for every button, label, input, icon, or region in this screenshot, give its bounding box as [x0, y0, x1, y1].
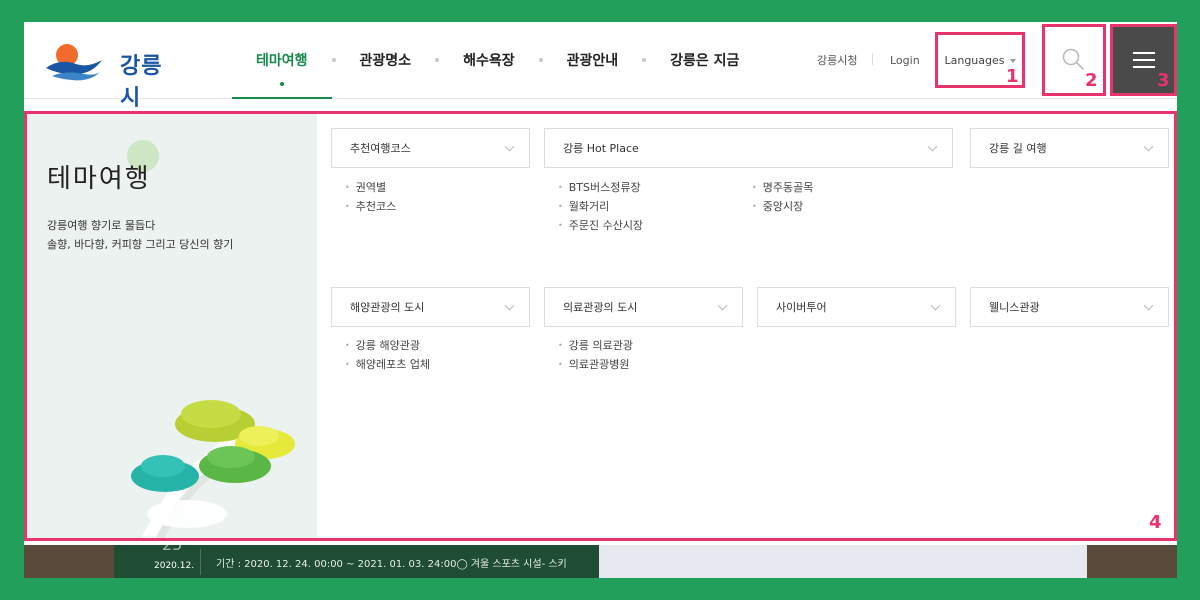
hamburger-icon — [1132, 47, 1155, 73]
nav-item-beaches[interactable]: 해수욕장 — [439, 22, 539, 98]
mega-menu-panel: 테마여행 강릉여행 향기로 물듭다 솔향, 바다향, 커피향 그리고 당신의 향… — [24, 111, 1177, 541]
banner-divider — [200, 549, 201, 575]
menu-link[interactable]: 중앙시장 — [752, 197, 813, 216]
group-label: 의료관광의 도시 — [563, 301, 638, 314]
main-nav: 테마여행 관광명소 해수욕장 관광안내 강릉은 지금 — [232, 22, 763, 99]
group-links: 권역별 추천코스 — [345, 178, 396, 216]
menu-link[interactable]: 의료관광병원 — [558, 355, 633, 374]
mega-menu-title: 테마여행 — [47, 164, 151, 194]
annotation-3: 3 — [1157, 70, 1170, 91]
caret-down-icon — [1009, 59, 1016, 63]
browser-viewport: 강릉시 테마여행 관광명소 해수욕장 관광안내 강릉은 지금 강릉시청 Logi… — [24, 22, 1177, 578]
group-label: 사이버투어 — [776, 301, 827, 314]
menu-group-marine-tourism[interactable]: 해양관광의 도시 — [331, 287, 530, 327]
mega-menu-intro: 테마여행 강릉여행 향기로 물듭다 솔향, 바다향, 커피향 그리고 당신의 향… — [27, 114, 317, 538]
nav-item-theme-travel[interactable]: 테마여행 — [232, 22, 332, 99]
banner-image-left — [24, 545, 114, 578]
login-link[interactable]: Login — [890, 22, 920, 98]
menu-link[interactable]: 강릉 해양관광 — [345, 336, 430, 355]
active-indicator — [279, 82, 284, 86]
group-label: 해양관광의 도시 — [350, 301, 425, 314]
chevron-down-icon — [504, 300, 515, 311]
menu-link[interactable]: 해양레포츠 업체 — [345, 355, 430, 374]
group-links: 명주동골목 중앙시장 — [752, 178, 814, 216]
search-icon — [1062, 48, 1084, 70]
banner-photo — [599, 545, 1087, 578]
group-label: 웰니스관광 — [989, 301, 1040, 314]
menu-group-road-trip[interactable]: 강릉 길 여행 — [970, 128, 1169, 168]
banner-image-right — [1087, 545, 1177, 578]
nav-item-tour-info[interactable]: 관광안내 — [543, 22, 643, 98]
chevron-down-icon — [930, 300, 941, 311]
annotation-4: 4 — [1149, 512, 1162, 533]
banner-text: 기간 : 2020. 12. 24. 00:00 ~ 2021. 01. 03.… — [216, 559, 567, 570]
nav-label: 테마여행 — [256, 53, 308, 69]
chevron-down-icon — [717, 300, 728, 311]
menu-group-cyber-tour[interactable]: 사이버투어 — [757, 287, 956, 327]
nav-label: 관광안내 — [566, 53, 619, 69]
mega-menu-description: 강릉여행 향기로 물듭다 솔향, 바다향, 커피향 그리고 당신의 향기 — [47, 216, 233, 254]
description-line: 솔향, 바다향, 커피향 그리고 당신의 향기 — [47, 238, 234, 251]
chevron-down-icon — [1143, 300, 1154, 311]
annotation-2: 2 — [1085, 70, 1098, 91]
nav-item-attractions[interactable]: 관광명소 — [336, 22, 436, 98]
menu-link[interactable]: 명주동골목 — [752, 178, 814, 197]
languages-label: Languages — [944, 53, 1005, 67]
menu-group-hot-place[interactable]: 강릉 Hot Place — [544, 128, 953, 168]
menu-group-medical-tourism[interactable]: 의료관광의 도시 — [544, 287, 743, 327]
banner-date: 2020.12. — [154, 561, 195, 571]
group-label: 강릉 길 여행 — [989, 142, 1047, 155]
gangneung-logo-icon — [46, 44, 102, 81]
nav-label: 관광명소 — [359, 53, 412, 69]
util-divider — [872, 53, 873, 65]
menu-link[interactable]: 월화거리 — [558, 197, 643, 216]
menu-group-recommended-course[interactable]: 추천여행코스 — [331, 128, 530, 168]
site-logo[interactable]: 강릉시 — [42, 38, 182, 111]
group-label: 강릉 Hot Place — [563, 142, 639, 155]
chevron-down-icon — [1143, 141, 1154, 152]
menu-link[interactable]: BTS버스정류장 — [558, 178, 643, 197]
group-links: 강릉 의료관광 의료관광병원 — [558, 336, 633, 374]
menu-link[interactable]: 강릉 의료관광 — [558, 336, 633, 355]
nav-item-gangneung-now[interactable]: 강릉은 지금 — [646, 22, 763, 98]
annotation-1: 1 — [1006, 66, 1019, 87]
pine-tree-illustration-icon — [131, 400, 295, 538]
chevron-down-icon — [927, 141, 938, 152]
city-hall-link[interactable]: 강릉시청 — [817, 22, 857, 98]
group-links: BTS버스정류장 월화거리 주문진 수산시장 — [558, 178, 643, 235]
group-links: 강릉 해양관광 해양레포츠 업체 — [345, 336, 430, 374]
nav-label: 강릉은 지금 — [670, 53, 740, 69]
chevron-down-icon — [504, 141, 515, 152]
logo-text: 강릉시 — [120, 54, 163, 111]
menu-link[interactable]: 권역별 — [345, 178, 396, 197]
description-line: 강릉여행 향기로 물듭다 — [47, 219, 156, 232]
menu-group-wellness-tourism[interactable]: 웰니스관광 — [970, 287, 1169, 327]
banner-day: 25 — [162, 545, 182, 554]
group-label: 추천여행코스 — [350, 142, 411, 155]
site-header: 강릉시 테마여행 관광명소 해수욕장 관광안내 강릉은 지금 강릉시청 Logi… — [24, 22, 1177, 111]
nav-label: 해수욕장 — [463, 53, 515, 69]
background-banner-strip: 25 2020.12. 기간 : 2020. 12. 24. 00:00 ~ 2… — [24, 545, 1177, 578]
menu-link[interactable]: 추천코스 — [345, 197, 396, 216]
menu-link[interactable]: 주문진 수산시장 — [558, 216, 643, 235]
